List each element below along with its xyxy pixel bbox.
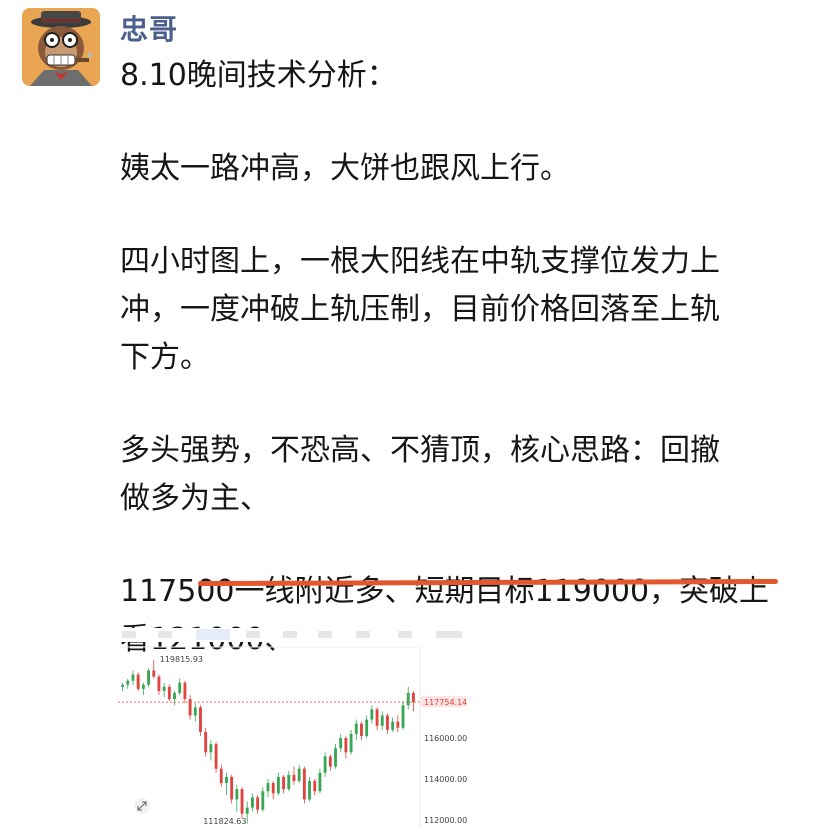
candle-down (396, 721, 400, 728)
post-line: 做多为主、 (120, 481, 270, 516)
candle-up (131, 674, 135, 681)
chart-toolbar (118, 628, 468, 642)
post-line: 117500一线附近多、短期目标119000，突破上 (120, 574, 770, 609)
candle-down (256, 797, 260, 810)
candle-down (152, 670, 156, 677)
candle-down (344, 738, 348, 753)
price-axis: 117754.14 116000.00 114000.00 112000.00 (421, 696, 467, 825)
candle-up (250, 797, 254, 808)
candle-down (136, 674, 140, 689)
candle-down (313, 780, 317, 792)
y-tick-label: 114000.00 (424, 775, 467, 784)
candle-up (245, 807, 249, 814)
candles (121, 659, 415, 824)
candle-down (204, 731, 208, 753)
candle-up (406, 692, 410, 706)
candle-up (147, 670, 150, 685)
candle-down (328, 756, 332, 767)
candle-up (391, 721, 395, 730)
toolbar-button (318, 631, 332, 638)
candle-down (302, 768, 306, 800)
avatar-image (22, 8, 100, 86)
candle-down (230, 776, 234, 800)
candle-down (214, 744, 218, 769)
low-price-label: 111824.63 (203, 817, 246, 826)
post-line: 多头强势，不恐高、不猜顶，核心思路：回撤 (120, 433, 720, 468)
candle-up (276, 776, 280, 794)
candle-up (121, 684, 125, 687)
candle-up (297, 768, 301, 781)
candle-down (183, 682, 187, 700)
candle-up (401, 705, 405, 728)
candle-down (360, 723, 363, 736)
candle-up (323, 756, 327, 773)
candle-up (141, 684, 145, 689)
toolbar-button (436, 631, 462, 638)
candle-down (188, 699, 192, 716)
candle-up (209, 744, 213, 753)
candle-up (266, 783, 270, 792)
candle-down (167, 686, 171, 700)
candlestick-chart: 117754.14 116000.00 114000.00 112000.00 … (118, 628, 468, 828)
high-price-label: 119815.93 (160, 655, 203, 664)
candle-up (162, 686, 166, 691)
post-line: 8.10晚间技术分析： (120, 58, 397, 93)
candle-up (235, 789, 239, 800)
candle-down (157, 676, 161, 691)
post-line: 姨太一路冲高，大饼也跟风上行。 (120, 151, 570, 186)
candle-up (178, 682, 182, 693)
current-price-label: 117754.14 (424, 698, 467, 707)
candle-down (386, 715, 389, 730)
post-body: 8.10晚间技术分析： 姨太一路冲高，大饼也跟风上行。 四小时图上，一根大阳线在… (120, 52, 810, 664)
y-tick-label: 112000.00 (424, 816, 467, 825)
expand-icon[interactable] (134, 798, 150, 814)
candle-down (282, 776, 286, 790)
candle-up (261, 791, 265, 810)
candle-up (334, 748, 337, 767)
toolbar-button (246, 631, 260, 638)
candle-up (193, 707, 197, 716)
post-line: 冲，一度冲破上轨压制，目前价格回落至上轨 (120, 292, 720, 327)
candle-up (370, 709, 374, 720)
candle-up (173, 692, 176, 700)
toolbar-button-active (196, 629, 230, 640)
candle-down (292, 774, 296, 781)
candle-up (349, 733, 353, 753)
toolbar-button (122, 631, 136, 638)
toolbar-button (158, 631, 172, 638)
candle-down (411, 692, 415, 703)
candle-down (375, 709, 379, 726)
author-avatar[interactable] (22, 8, 100, 86)
post-line: 下方。 (120, 340, 210, 375)
toolbar-button (283, 631, 297, 638)
candle-down (199, 707, 202, 732)
candle-up (126, 680, 130, 685)
post-line: 四小时图上，一根大阳线在中轨支撑位发力上 (120, 244, 720, 279)
candle-up (339, 738, 343, 749)
toolbar-button (398, 631, 412, 638)
candle-up (225, 776, 228, 784)
candle-up (380, 715, 384, 726)
candle-up (318, 772, 322, 792)
candle-up (365, 719, 369, 736)
price-chart-image[interactable]: 117754.14 116000.00 114000.00 112000.00 … (118, 628, 468, 828)
author-name[interactable]: 忠哥 (120, 8, 178, 48)
y-tick-label: 116000.00 (424, 734, 467, 743)
candle-down (219, 768, 223, 784)
candle-up (287, 774, 291, 790)
toolbar-button (356, 631, 370, 638)
candle-down (240, 789, 244, 814)
candle-up (308, 780, 311, 800)
candle-up (354, 723, 358, 734)
candle-down (271, 783, 275, 794)
